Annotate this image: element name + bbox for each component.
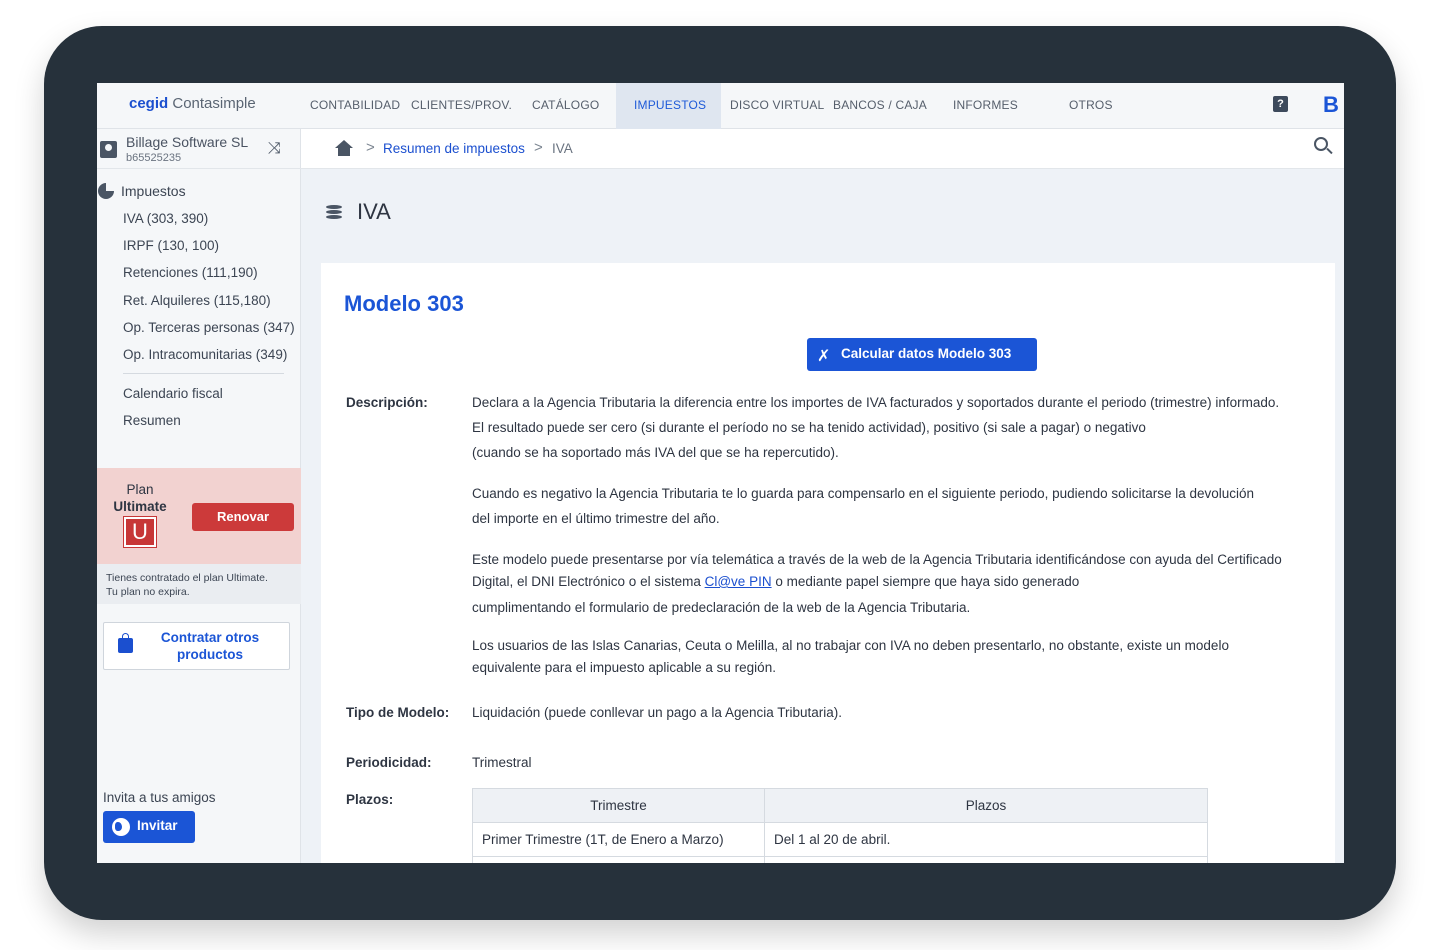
chevron-right-icon: > — [366, 139, 375, 156]
table-cell: Primer Trimestre (1T, de Enero a Marzo) — [472, 822, 765, 857]
plan-info: Tienes contratado el plan Ultimate. Tu p… — [97, 564, 301, 604]
renew-button[interactable]: Renovar — [192, 503, 294, 531]
desc-line: Cuando es negativo la Agencia Tributaria… — [472, 486, 1255, 501]
table-header-trimestre: Trimestre — [472, 788, 765, 823]
plan-info-line1: Tienes contratado el plan Ultimate. — [106, 572, 268, 584]
table-cell — [764, 856, 1208, 863]
nav-contabilidad[interactable]: CONTABILIDAD — [310, 83, 400, 129]
shopping-bag-icon — [118, 633, 133, 653]
sidebar-item-terceras-personas[interactable]: Op. Terceras personas (347) — [123, 320, 295, 335]
sidebar-item-irpf[interactable]: IRPF (130, 100) — [123, 238, 219, 253]
sidebar-item-resumen[interactable]: Resumen — [123, 413, 181, 428]
sidebar-section-title: Impuestos — [121, 183, 186, 199]
sidebar-item-intracomunitarias[interactable]: Op. Intracomunitarias (349) — [123, 347, 287, 362]
periodicidad-value: Trimestral — [472, 755, 532, 770]
company-icon — [100, 141, 117, 158]
breadcrumb: > Resumen de impuestos > IVA — [301, 129, 1344, 169]
nav-impuestos[interactable]: IMPUESTOS — [616, 83, 721, 129]
desc-line: equivalente para el impuesto aplicable a… — [472, 660, 776, 675]
logo-product: Contasimple — [172, 95, 256, 112]
app-screen: cegid Contasimple CONTABILIDAD CLIENTES/… — [97, 83, 1344, 863]
sidebar-item-iva[interactable]: IVA (303, 390) — [123, 211, 208, 226]
desc-line-with-link: Digital, el DNI Electrónico o el sistema… — [472, 574, 1080, 589]
plan-info-line2: Tu plan no expira. — [106, 586, 190, 598]
desc-line: Los usuarios de las Islas Canarias, Ceut… — [472, 638, 1229, 653]
sidebar: Billage Software SL b65525235 ⤨ Impuesto… — [97, 129, 301, 863]
model-card: Modelo 303 ✗ Calcular datos Modelo 303 D… — [321, 263, 1335, 863]
invite-button-label: Invitar — [137, 818, 178, 833]
nav-clientes[interactable]: CLIENTES/PROV. — [411, 83, 512, 129]
calculate-button-label: Calcular datos Modelo 303 — [841, 346, 1012, 361]
brand-b-icon[interactable]: B — [1323, 92, 1339, 118]
plazos-label: Plazos: — [346, 792, 394, 807]
sidebar-divider — [123, 373, 284, 374]
desc-line: cumplimentando el formulario de predecla… — [472, 600, 971, 615]
logo-brand: cegid — [129, 95, 169, 112]
home-icon[interactable] — [335, 140, 353, 156]
company-id: b65525235 — [126, 152, 182, 164]
contract-products-button[interactable]: Contratar otros productos — [103, 622, 290, 670]
table-row: Primer Trimestre (1T, de Enero a Marzo) … — [472, 822, 1208, 857]
breadcrumb-resumen-link[interactable]: Resumen de impuestos — [383, 141, 525, 156]
table-cell: Del 1 al 20 de abril. — [764, 822, 1208, 857]
desc-line: (cuando se ha soportado más IVA del que … — [472, 445, 839, 460]
nav-disco-virtual[interactable]: DISCO VIRTUAL — [730, 83, 824, 129]
descripcion-label: Descripción: — [346, 395, 428, 410]
search-icon[interactable] — [1314, 137, 1328, 151]
top-nav: cegid Contasimple CONTABILIDAD CLIENTES/… — [97, 83, 1344, 129]
sidebar-item-ret-alquileres[interactable]: Ret. Alquileres (115,180) — [123, 293, 271, 308]
nav-informes[interactable]: INFORMES — [953, 83, 1018, 129]
shuffle-icon[interactable]: ⤨ — [268, 140, 281, 158]
desc-line: del importe en el último trimestre del a… — [472, 511, 720, 526]
contract-products-label: Contratar otros productos — [160, 630, 260, 662]
plan-name: Ultimate — [113, 499, 167, 514]
sidebar-item-retenciones[interactable]: Retenciones (111,190) — [123, 265, 258, 280]
tipo-modelo-label: Tipo de Modelo: — [346, 705, 450, 720]
plazos-table: Trimestre Plazos Primer Trimestre (1T, d… — [472, 788, 1208, 863]
card-title: Modelo 303 — [344, 291, 464, 316]
globe-icon — [112, 818, 130, 836]
tipo-modelo-value: Liquidación (puede conllevar un pago a l… — [472, 705, 842, 720]
plan-badge: U — [123, 516, 157, 548]
table-row — [472, 856, 1208, 863]
app-logo[interactable]: cegid Contasimple — [129, 95, 256, 112]
desc-line: El resultado puede ser cero (si durante … — [472, 420, 1146, 435]
table-cell — [472, 856, 765, 863]
clave-pin-link[interactable]: Cl@ve PIN — [705, 574, 772, 589]
invite-button[interactable]: Invitar — [103, 811, 195, 843]
nav-bancos-caja[interactable]: BANCOS / CAJA — [833, 83, 927, 129]
company-switcher[interactable]: Billage Software SL b65525235 ⤨ — [97, 129, 301, 169]
main-content: IVA Modelo 303 ✗ Calcular datos Modelo 3… — [301, 169, 1344, 863]
chevron-right-icon: > — [534, 139, 543, 156]
invite-label: Invita a tus amigos — [103, 790, 216, 805]
plan-label: Plan — [126, 482, 154, 497]
help-icon[interactable]: ? — [1273, 96, 1288, 112]
periodicidad-label: Periodicidad: — [346, 755, 432, 770]
nav-otros[interactable]: OTROS — [1069, 83, 1113, 129]
database-icon — [326, 205, 342, 219]
desc-line: Este modelo puede presentarse por vía te… — [472, 552, 1282, 567]
agencia-tributaria-icon: ✗ — [817, 348, 831, 365]
plan-box: Plan Ultimate U Renovar — [97, 468, 301, 564]
calculate-button[interactable]: ✗ Calcular datos Modelo 303 — [807, 338, 1037, 371]
table-header-row: Trimestre Plazos — [472, 788, 1208, 823]
pie-chart-icon — [98, 183, 114, 199]
breadcrumb-current: IVA — [552, 141, 573, 156]
nav-catalogo[interactable]: CATÁLOGO — [532, 83, 599, 129]
table-header-plazos: Plazos — [764, 788, 1208, 823]
page-title: IVA — [357, 199, 391, 224]
desc-line: Declara a la Agencia Tributaria la difer… — [472, 395, 1280, 410]
sidebar-item-calendario[interactable]: Calendario fiscal — [123, 386, 223, 401]
company-name: Billage Software SL — [126, 134, 249, 150]
